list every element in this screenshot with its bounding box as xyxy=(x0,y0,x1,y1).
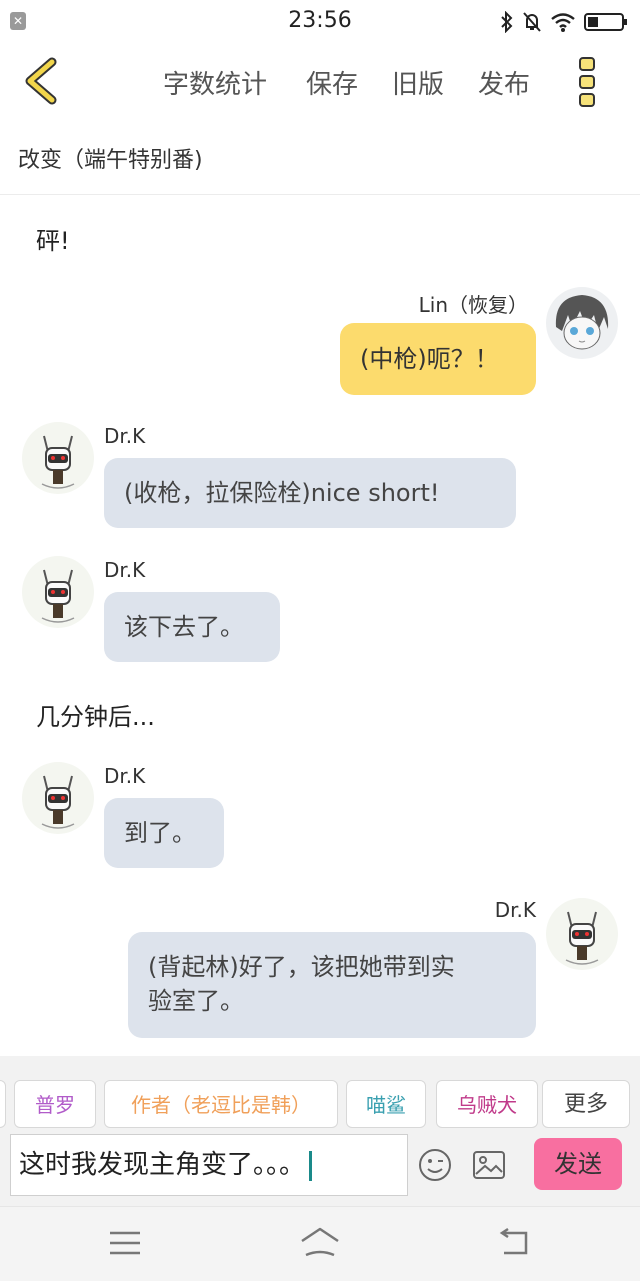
chat-area[interactable]: 砰! Lin（恢复） (中枪)呃？！ Dr.K (收枪，拉保险栓)nice sh… xyxy=(0,195,640,1055)
mute-bell-icon xyxy=(523,12,541,32)
more-characters-button[interactable]: 更多 xyxy=(542,1080,630,1128)
lin-avatar[interactable] xyxy=(546,287,618,359)
character-chip[interactable]: 作者（老逗比是韩） xyxy=(104,1080,338,1128)
back-nav-icon[interactable] xyxy=(496,1227,532,1257)
home-icon[interactable] xyxy=(298,1225,342,1259)
publish-button[interactable]: 发布 xyxy=(478,64,530,101)
message-bubble[interactable]: 该下去了。 xyxy=(104,592,280,662)
word-count-button[interactable]: 字数统计 xyxy=(163,64,267,101)
drk-avatar[interactable] xyxy=(22,762,94,834)
message-bubble[interactable]: (背起林)好了，该把她带到实 验室了。 xyxy=(128,932,536,1038)
image-icon[interactable] xyxy=(472,1150,506,1180)
menu-icon[interactable] xyxy=(108,1229,142,1257)
message-sender-name: Dr.K xyxy=(104,558,146,582)
composer-bar: 这时我发现主角变了。。。 发送 xyxy=(0,1130,640,1206)
emoji-icon[interactable] xyxy=(418,1148,452,1182)
character-selector: 普罗 作者（老逗比是韩） 喵鲨 乌贼犬 更多 xyxy=(0,1056,640,1130)
narration-text: 几分钟后... xyxy=(36,703,155,731)
character-chip[interactable]: 喵鲨 xyxy=(346,1080,426,1128)
character-chip[interactable]: 乌贼犬 xyxy=(436,1080,538,1128)
message-sender-name: Dr.K xyxy=(494,898,536,922)
document-title-bar[interactable]: 改变（端午特别番) xyxy=(0,124,640,195)
status-icons xyxy=(500,10,628,34)
message-sender-name: Dr.K xyxy=(104,424,146,448)
narration-text: 砰! xyxy=(36,227,70,255)
save-button[interactable]: 保存 xyxy=(306,64,358,101)
message-sender-name: Lin（恢复） xyxy=(418,293,528,317)
message-bubble[interactable]: 到了。 xyxy=(104,798,224,868)
document-title[interactable]: 改变（端午特别番) xyxy=(18,142,203,174)
drk-avatar[interactable] xyxy=(22,422,94,494)
top-toolbar: 字数统计 保存 旧版 发布 xyxy=(0,44,640,124)
message-bubble[interactable]: (收枪，拉保险栓)nice short! xyxy=(104,458,516,528)
message-input-text: 这时我发现主角变了。。。 xyxy=(19,1150,306,1180)
battery-icon xyxy=(584,13,627,31)
character-chip-partial[interactable] xyxy=(0,1080,6,1128)
drk-avatar[interactable] xyxy=(546,898,618,970)
back-arrow-icon[interactable] xyxy=(18,56,64,106)
system-nav-bar xyxy=(0,1206,640,1281)
message-line: (背起林)好了，该把她带到实 xyxy=(148,953,455,981)
old-version-button[interactable]: 旧版 xyxy=(392,64,444,101)
text-cursor xyxy=(309,1150,313,1181)
drk-avatar[interactable] xyxy=(22,556,94,628)
more-options-icon[interactable] xyxy=(578,56,598,108)
status-bar: ✕ 23:56 xyxy=(0,0,640,44)
message-input[interactable]: 这时我发现主角变了。。。 xyxy=(10,1134,408,1196)
message-sender-name: Dr.K xyxy=(104,764,146,788)
message-line: 验室了。 xyxy=(148,987,244,1015)
message-bubble[interactable]: (中枪)呃？！ xyxy=(340,323,536,395)
character-chip[interactable]: 普罗 xyxy=(14,1080,96,1128)
bluetooth-icon xyxy=(501,11,513,33)
send-button[interactable]: 发送 xyxy=(534,1138,622,1190)
wifi-icon xyxy=(551,13,575,32)
